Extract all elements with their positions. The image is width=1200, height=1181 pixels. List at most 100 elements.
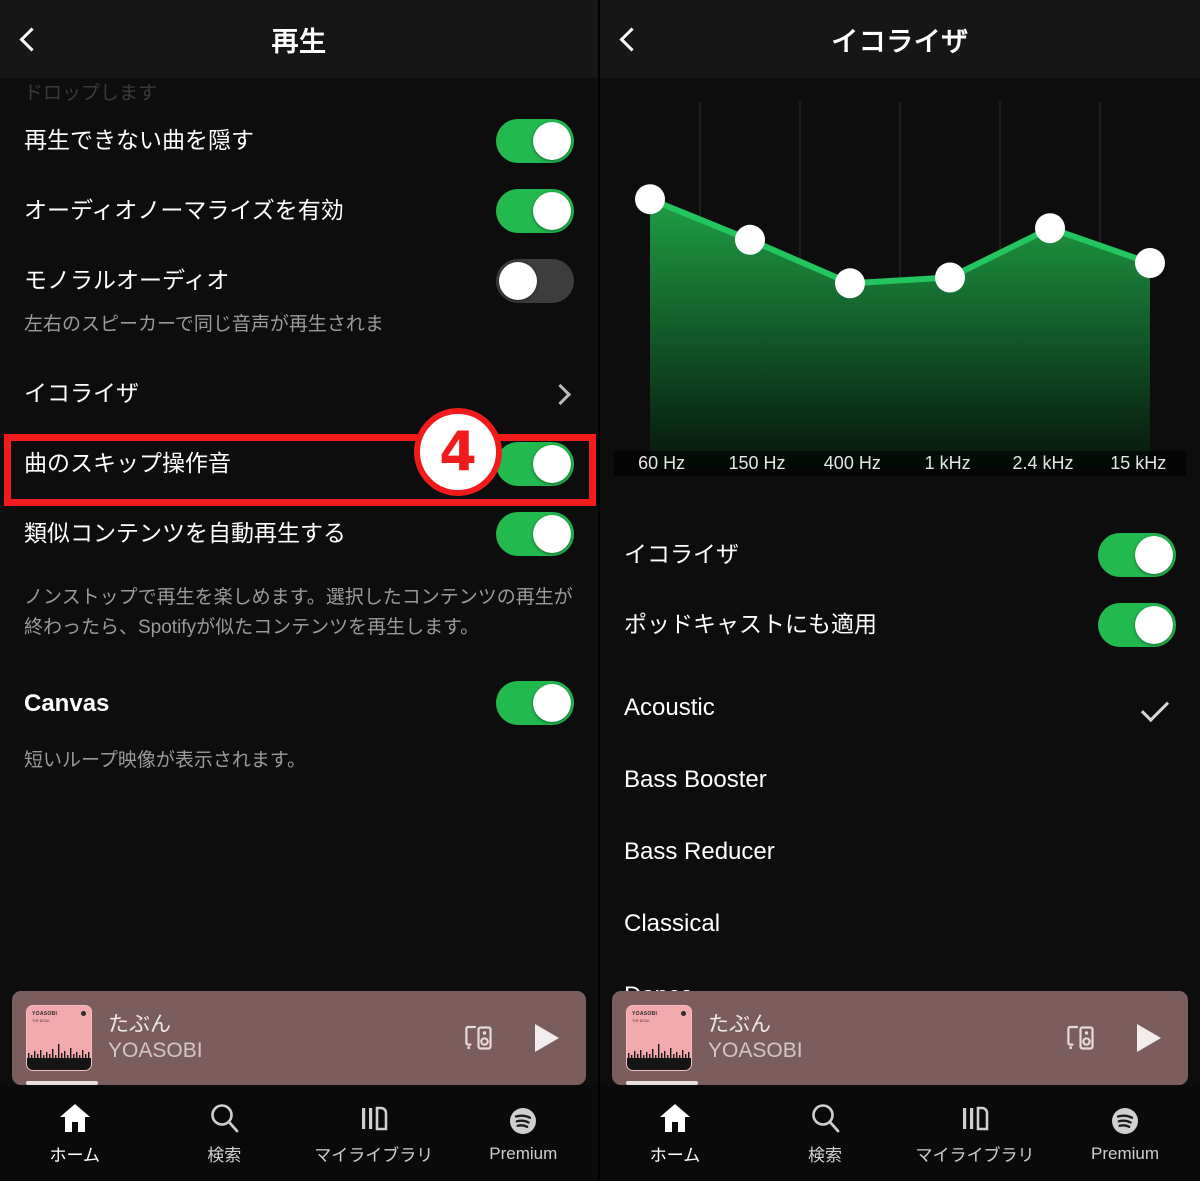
preset-label: Acoustic <box>624 694 715 721</box>
setting-label: モノラルオーディオ <box>24 267 230 294</box>
eq-handle-1khz[interactable] <box>935 262 965 293</box>
tab-library[interactable]: マイライブラリ <box>299 1100 449 1166</box>
toggle-podcast-apply[interactable] <box>1098 603 1176 647</box>
autoplay-description: ノンストップで再生を楽しめます。選択したコンテンツの再生が終わったら、Spoti… <box>24 587 573 638</box>
tab-premium[interactable]: Premium <box>449 1103 599 1164</box>
toggle-equalizer[interactable] <box>1098 533 1176 577</box>
setting-label: ポッドキャストにも適用 <box>624 611 877 638</box>
toggle-mono-audio[interactable] <box>496 259 574 303</box>
right-phone-screen: イコライザ 60 Hz 150 Hz 400 Hz 1 kHz 2.4 kHz … <box>600 0 1200 1181</box>
eq-handle-2.4khz[interactable] <box>1035 213 1065 244</box>
eq-handle-15khz[interactable] <box>1135 248 1165 278</box>
tab-search[interactable]: 検索 <box>150 1100 300 1166</box>
tab-search[interactable]: 検索 <box>750 1100 900 1166</box>
home-icon <box>658 1100 692 1134</box>
toggle-hide-unplayable[interactable] <box>496 119 574 163</box>
preset-label: Bass Booster <box>624 766 767 793</box>
back-button[interactable] <box>0 0 56 78</box>
back-chevron-icon <box>18 26 44 52</box>
toggle-knob <box>533 515 571 554</box>
eq-handle-150hz[interactable] <box>735 224 765 255</box>
freq-label: 1 kHz <box>899 451 996 476</box>
tab-label: ホーム <box>649 1146 701 1165</box>
album-art: YOASOBI THE BOOK <box>26 1005 92 1071</box>
tab-home[interactable]: ホーム <box>600 1100 750 1166</box>
track-artist: YOASOBI <box>108 1039 203 1062</box>
setting-label: オーディオノーマライズを有効 <box>24 197 344 224</box>
setting-row-podcast-apply[interactable]: ポッドキャストにも適用 <box>600 590 1200 660</box>
album-art-waveform-icon <box>27 1044 91 1070</box>
toggle-knob <box>1135 536 1173 574</box>
back-button[interactable] <box>600 0 656 78</box>
preset-label: Bass Reducer <box>624 838 775 865</box>
toggle-knob <box>533 192 571 230</box>
preset-label: Classical <box>624 910 721 937</box>
search-icon <box>207 1100 241 1134</box>
spotify-logo-icon <box>1108 1103 1142 1137</box>
toggle-canvas[interactable] <box>496 681 574 726</box>
toggle-knob <box>499 262 537 300</box>
mini-player[interactable]: YOASOBI THE BOOK たぶん YOASOBI <box>12 991 586 1085</box>
tab-label: Premium <box>1090 1143 1159 1163</box>
canvas-description: 短いループ映像が表示されます。 <box>24 750 306 772</box>
eq-handle-400hz[interactable] <box>835 268 865 299</box>
library-icon <box>357 1100 391 1134</box>
setting-row-equalizer[interactable]: イコライザ <box>0 359 598 429</box>
play-icon[interactable] <box>1132 1021 1164 1055</box>
preset-classical[interactable]: Classical <box>600 888 1200 960</box>
freq-label: 2.4 kHz <box>995 451 1091 476</box>
bottom-tab-bar: ホーム 検索 マイライブラリ Premium <box>0 1085 598 1181</box>
mini-player-text: たぶん YOASOBI <box>708 1012 1064 1065</box>
album-art: YOASOBI THE BOOK <box>626 1005 692 1071</box>
playback-settings-list: ドロップします 再生できない曲を隠す オーディオノーマライズを有効 モノラルオー… <box>0 78 598 980</box>
track-title: たぶん <box>108 1012 171 1036</box>
connect-device-icon[interactable] <box>1064 1021 1098 1055</box>
album-art-subtitle: THE BOOK <box>32 1019 50 1023</box>
album-art-title: YOASOBI <box>32 1011 58 1017</box>
check-icon <box>1140 693 1170 723</box>
eq-handle-60hz[interactable] <box>635 184 665 215</box>
setting-label: 曲のスキップ操作音 <box>24 450 231 477</box>
preset-bass-reducer[interactable]: Bass Reducer <box>600 816 1200 888</box>
tab-label: マイライブラリ <box>915 1146 1035 1165</box>
tab-home[interactable]: ホーム <box>0 1100 150 1166</box>
preset-bass-booster[interactable]: Bass Booster <box>600 744 1200 816</box>
toggle-audio-normalize[interactable] <box>496 189 574 233</box>
tab-label: 検索 <box>808 1146 842 1165</box>
setting-row-hide-unplayable[interactable]: 再生できない曲を隠す <box>0 106 598 176</box>
tab-premium[interactable]: Premium <box>1050 1103 1200 1164</box>
equalizer-curve[interactable] <box>600 78 1200 468</box>
mini-player-controls <box>1064 1021 1174 1055</box>
album-art-dot <box>681 1011 686 1016</box>
search-icon <box>808 1100 842 1134</box>
back-chevron-icon <box>618 26 644 52</box>
setting-label: イコライザ <box>624 541 739 568</box>
setting-row-skip-sound[interactable]: 曲のスキップ操作音 <box>0 429 598 499</box>
setting-row-canvas[interactable]: Canvas <box>0 668 598 738</box>
right-nav-header: イコライザ <box>600 0 1200 78</box>
setting-row-equalizer-toggle[interactable]: イコライザ <box>600 520 1200 590</box>
toggle-knob <box>533 445 571 484</box>
preset-acoustic[interactable]: Acoustic <box>600 672 1200 744</box>
bottom-tab-bar: ホーム 検索 マイライブラリ Premium <box>600 1085 1200 1181</box>
mini-player-text: たぶん YOASOBI <box>108 1012 462 1065</box>
tab-library[interactable]: マイライブラリ <box>900 1100 1050 1166</box>
setting-row-autoplay[interactable]: 類似コンテンツを自動再生する <box>0 499 598 569</box>
setting-row-mono-audio[interactable]: モノラルオーディオ <box>0 246 598 316</box>
play-icon[interactable] <box>530 1021 562 1055</box>
toggle-knob <box>1135 606 1173 644</box>
annotation-step-badge: 4 <box>414 408 502 496</box>
connect-device-icon[interactable] <box>462 1021 496 1055</box>
freq-label: 60 Hz <box>614 451 710 476</box>
freq-label: 400 Hz <box>804 451 900 476</box>
spotify-logo-icon <box>506 1103 540 1137</box>
left-nav-header: 再生 <box>0 0 598 78</box>
mini-player[interactable]: YOASOBI THE BOOK たぶん YOASOBI <box>612 991 1188 1085</box>
toggle-skip-sound[interactable] <box>496 442 574 487</box>
album-art-title: YOASOBI <box>632 1011 658 1017</box>
setting-label: 再生できない曲を隠す <box>24 127 254 154</box>
toggle-autoplay[interactable] <box>496 512 574 557</box>
equalizer-chart[interactable]: 60 Hz 150 Hz 400 Hz 1 kHz 2.4 kHz 15 kHz <box>600 78 1200 476</box>
setting-row-audio-normalize[interactable]: オーディオノーマライズを有効 <box>0 176 598 246</box>
toggle-knob <box>533 684 571 723</box>
